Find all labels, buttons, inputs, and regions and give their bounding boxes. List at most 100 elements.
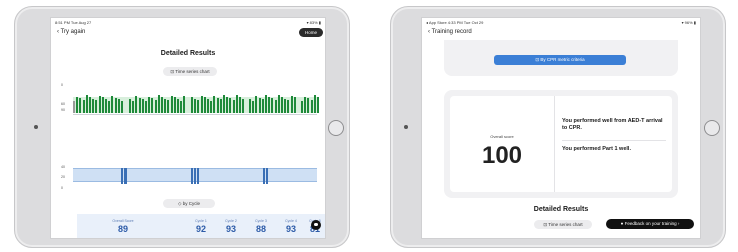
compression-bar [219, 99, 222, 113]
left-back-label: Try again [60, 29, 86, 35]
chat-icon [314, 223, 318, 226]
cpr-metric-label: By CPR metric criteria [540, 57, 585, 62]
chat-bubble-button[interactable] [311, 220, 321, 230]
compression-bar [167, 100, 170, 113]
compression-bar [207, 99, 209, 113]
feedback-label: Feedback on your training [624, 221, 677, 226]
left-ipad-camera [34, 125, 38, 129]
cycle-label: Cycle 2 [225, 219, 237, 223]
compression-bar [203, 97, 206, 113]
compression-bar [249, 99, 251, 113]
y-bottom-tick-1: 20 [61, 175, 65, 179]
compression-bar [117, 99, 120, 113]
compression-bar [293, 97, 296, 113]
cycle-value: 93 [225, 224, 236, 234]
left-back-link[interactable]: ‹ Try again [57, 29, 85, 35]
pause-bar [125, 168, 127, 184]
compression-bar [79, 98, 82, 113]
compression-bar [177, 99, 179, 113]
chart-icon: ⊡ [170, 69, 175, 74]
compression-bar [307, 98, 310, 113]
cycle-cell-4[interactable]: Cycle 4 93 [277, 214, 305, 238]
cycle-value: 93 [285, 224, 296, 234]
chevron-right-icon: › [677, 221, 680, 226]
left-status-time: 8:51 PM Tue Aug 27 [55, 20, 92, 25]
compression-bar [114, 97, 117, 113]
by-cycle-label: by Cycle [182, 201, 200, 206]
time-series-chart: 0 60 90 40 20 0 [59, 80, 319, 206]
pause-bar [194, 168, 196, 184]
compression-bar [157, 95, 160, 113]
compression-bar [89, 97, 91, 113]
home-button-label: Home [304, 30, 317, 35]
compression-bar [229, 98, 232, 113]
compression-bar [191, 97, 193, 113]
pause-bar [266, 168, 268, 184]
left-page-title: Detailed Results [160, 50, 216, 57]
compression-bar [226, 96, 229, 113]
overall-score-card: Overall score 100 You performed well fro… [450, 96, 672, 192]
overall-score-value: 100 [481, 142, 523, 169]
pause-bar [121, 168, 123, 184]
list-icon: ⊡ [535, 57, 540, 62]
y-top-tick-1: 60 [61, 102, 65, 106]
right-status-bar: ◂ App Store 4:33 PM Tue Oct 29 ▾ 96% ▮ [422, 20, 700, 26]
cycle-cell-2[interactable]: Cycle 2 93 [217, 214, 245, 238]
right-status-battery: ▾ 96% ▮ [681, 20, 696, 25]
compression-bar [121, 101, 123, 113]
compression-bar [232, 99, 235, 113]
compression-bar [281, 97, 283, 113]
compression-bar [129, 99, 131, 113]
cycle-cell-1[interactable]: Cycle 1 92 [187, 214, 215, 238]
compression-bar [161, 97, 163, 113]
left-screen: 8:51 PM Tue Aug 27 ▾ 83% ▮ ‹ Try again H… [50, 17, 326, 239]
compression-bar [200, 95, 203, 113]
compression-bar [170, 95, 173, 113]
cycle-cell-3[interactable]: Cycle 3 88 [247, 214, 275, 238]
compression-bar [223, 95, 225, 113]
cpr-metric-button[interactable]: ⊡ By CPR metric criteria [494, 55, 626, 65]
y-bottom-tick-2: 0 [61, 186, 63, 190]
compression-bar [82, 99, 85, 113]
home-button[interactable]: Home [299, 28, 323, 37]
y-top-tick-2: 90 [61, 108, 65, 112]
chevron-left-icon: ‹ [57, 29, 59, 35]
compression-bar [98, 95, 101, 113]
compression-bar [180, 100, 183, 113]
left-ipad-frame: 8:51 PM Tue Aug 27 ▾ 83% ▮ ‹ Try again H… [14, 6, 350, 248]
time-series-label: Time series chart [548, 222, 583, 227]
y-top-tick-0: 0 [61, 83, 63, 87]
compression-bar [313, 95, 316, 113]
compression-bar [301, 101, 303, 113]
compression-bar [85, 95, 88, 113]
compression-bar [239, 97, 241, 113]
feedback-message-1: You performed well from AED-T arrival to… [562, 118, 663, 131]
right-back-label: Training record [431, 29, 472, 35]
compression-bar [108, 100, 111, 113]
left-status-bar: 8:51 PM Tue Aug 27 ▾ 83% ▮ [51, 20, 325, 26]
pause-bar [197, 168, 199, 184]
compression-bar [105, 99, 107, 113]
compression-bar [216, 97, 219, 113]
depth-green-bars [73, 87, 319, 113]
left-ipad-home-button[interactable] [328, 120, 344, 136]
by-cycle-button[interactable]: ◇ by Cycle [163, 199, 215, 208]
cycle-score-summary: Overall Score 89 Cycle 1 92 Cycle 2 93 C… [77, 214, 325, 238]
compression-bar [284, 98, 287, 113]
right-back-link[interactable]: ‹ Training record [428, 29, 472, 35]
compression-bar [271, 98, 274, 113]
compression-bar [197, 100, 200, 113]
right-detailed-results-title: Detailed Results [533, 206, 589, 213]
left-status-battery: ▾ 83% ▮ [306, 20, 321, 25]
time-series-chart-button[interactable]: ⊡ Time series chart [163, 67, 217, 76]
time-series-label: Time series chart [175, 69, 210, 74]
time-series-chart-button[interactable]: ⊡ Time series chart [534, 220, 592, 229]
pause-bar [263, 168, 265, 184]
right-ipad-home-button[interactable] [704, 120, 720, 136]
compression-bar [132, 100, 135, 113]
compression-bar [268, 96, 271, 113]
cycle-label: Cycle 1 [195, 219, 207, 223]
compression-bar [164, 98, 167, 113]
feedback-button[interactable]: ● Feedback on your training › [606, 219, 694, 229]
compression-bar [235, 95, 238, 113]
